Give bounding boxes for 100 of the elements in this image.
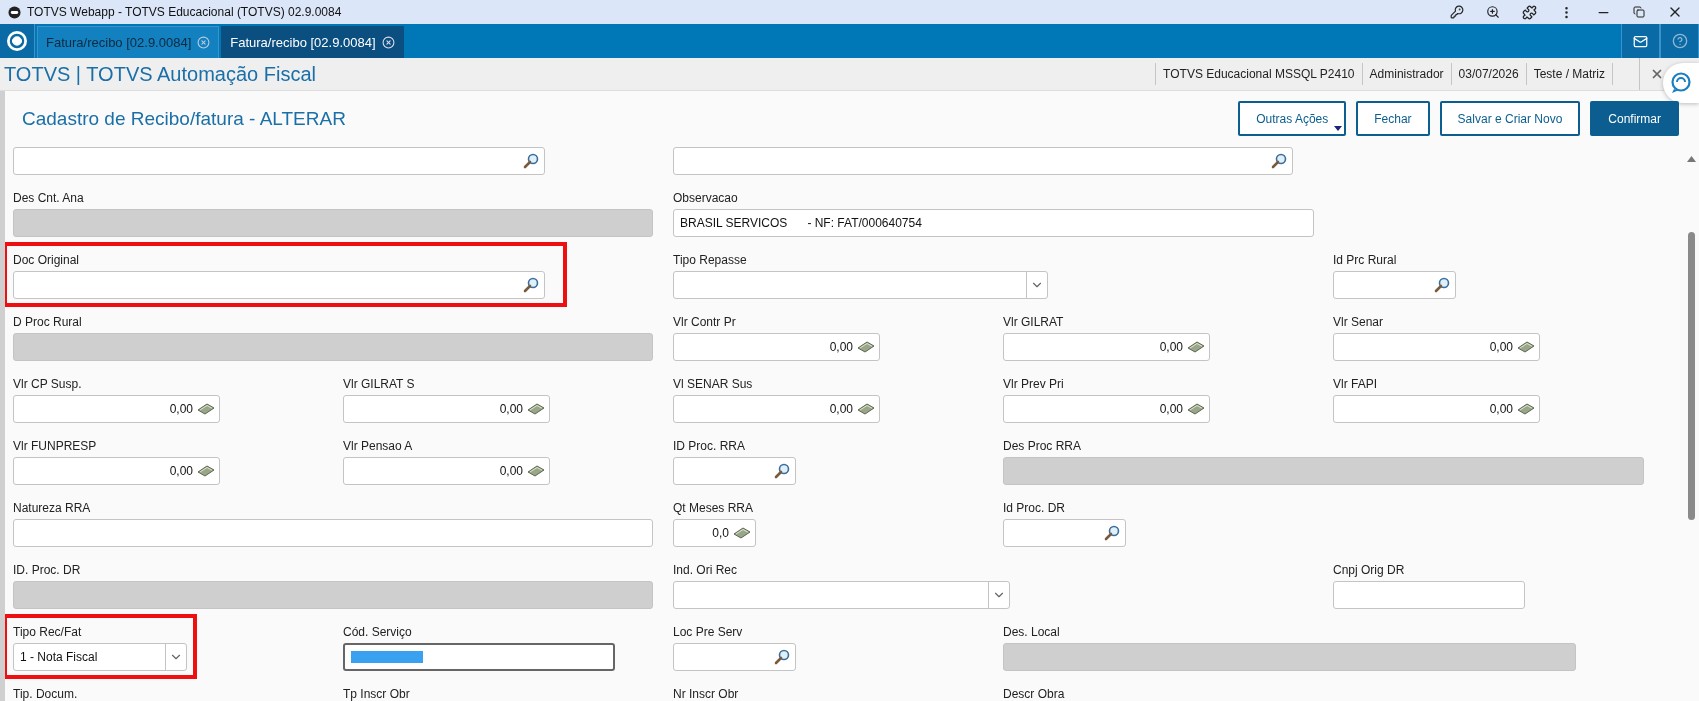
amount-field[interactable]: 0,00 [1333,395,1540,423]
amount-field[interactable]: 0,00 [673,333,880,361]
chat-button[interactable] [1663,63,1699,103]
action-button[interactable]: Fechar [1356,101,1430,136]
amount-field[interactable]: 0,00 [13,457,220,485]
key-icon[interactable] [1450,5,1464,19]
select-field[interactable] [673,581,1010,609]
header-info: Administrador [1361,63,1451,85]
amount-field[interactable]: 0,00 [1003,333,1210,361]
field-label: Vlr Contr Pr [673,315,736,329]
header-info: Teste / Matriz [1525,63,1612,85]
field-label: Cnpj Orig DR [1333,563,1405,577]
field-label: Tipo Repasse [673,253,747,267]
text-selection [351,651,423,663]
field-label: Vlr FAPI [1333,377,1377,391]
search-icon[interactable] [1271,153,1287,169]
header-info: 03/07/2026 [1450,63,1526,85]
input-field[interactable]: BRASIL SERVICOS - NF: FAT/000640754 [673,209,1314,237]
field-value: 0,00 [1488,340,1514,354]
zoom-icon[interactable] [1486,5,1500,19]
field-label: Tipo Rec/Fat [13,625,82,639]
search-icon[interactable] [1104,525,1120,541]
field-label: Ind. Ori Rec [673,563,738,577]
search-icon[interactable] [1434,277,1450,293]
close-icon[interactable] [381,36,395,49]
field-value: 0,00 [168,464,194,478]
lookup-field[interactable] [673,147,1293,175]
amount-field[interactable]: 0,00 [1003,395,1210,423]
field-label: Vlr Prev Pri [1003,377,1064,391]
action-button[interactable]: Salvar e Criar Novo [1439,101,1581,136]
window-title: TOTVS Webapp - TOTVS Educacional (TOTVS) 02.9.0084 [27,5,343,19]
amount-field[interactable]: 0,00 [1333,333,1540,361]
field-value: BRASIL SERVICOS - NF: FAT/000640754 [679,216,923,230]
field-value: 0,00 [168,402,194,416]
field-value: 0,00 [1488,402,1514,416]
field-label: Des Cnt. Ana [13,191,84,205]
field-label: ID Proc. RRA [673,439,745,453]
money-icon[interactable] [197,464,215,478]
field-label: Vlr FUNPRESP [13,439,97,453]
lookup-field[interactable] [673,643,796,671]
input-field[interactable] [1333,581,1525,609]
search-icon[interactable] [774,463,790,479]
money-icon[interactable] [857,340,875,354]
chat-icon [1670,72,1692,94]
field-label: Vlr Pensao A [343,439,413,453]
field-label: Tp Inscr Obr [343,687,410,701]
app-logo-icon[interactable] [6,30,28,52]
amount-field[interactable]: 0,00 [343,395,550,423]
page-title: Cadastro de Recibo/fatura - ALTERAR [22,107,347,130]
input-field[interactable] [343,643,615,671]
field-label: ID. Proc. DR [13,563,81,577]
field-value: 0,0 [711,526,730,540]
field-value: 0,00 [828,402,854,416]
field-value: 0,00 [498,402,524,416]
puzzle-icon[interactable] [1522,4,1537,20]
field-label: Vlr GILRAT [1003,315,1064,329]
money-icon[interactable] [527,402,545,416]
lookup-field[interactable] [673,457,796,485]
money-icon[interactable] [197,402,215,416]
lookup-field[interactable] [1333,271,1456,299]
lookup-field[interactable] [1003,519,1126,547]
field-label: Cód. Serviço [343,625,412,639]
field-value: 0,00 [1158,340,1184,354]
select-field[interactable] [673,271,1048,299]
field-label: Vlr Senar [1333,315,1384,329]
money-icon[interactable] [733,526,751,540]
select-field[interactable]: 1 - Nota Fiscal [13,643,187,671]
field-label: Id Prc Rural [1333,253,1397,267]
amount-field[interactable]: 0,00 [673,395,880,423]
field-label: Tip. Docum. [13,687,78,701]
field-label: Id Proc. DR [1003,501,1065,515]
mail-icon[interactable] [1633,33,1648,49]
field-label: Qt Meses RRA [673,501,753,515]
lookup-field[interactable] [13,147,545,175]
search-icon[interactable] [523,153,539,169]
restore-icon[interactable] [1633,6,1645,18]
input-field[interactable] [13,519,653,547]
caret-icon [1334,126,1343,131]
tab[interactable]: Fatura/recibo [02.9.0084] [221,26,404,58]
search-icon[interactable] [523,277,539,293]
amount-field[interactable]: 0,0 [673,519,756,547]
money-icon[interactable] [1187,402,1205,416]
amount-field[interactable]: 0,00 [343,457,550,485]
actions-menu-button[interactable]: Outras Ações [1238,101,1347,136]
field-label: Vlr CP Susp. [13,377,82,391]
help-icon[interactable] [1671,33,1688,49]
confirm-button[interactable]: Confirmar [1590,101,1679,136]
lookup-field[interactable] [13,271,545,299]
scroll-up-icon[interactable] [1687,156,1696,162]
field-value: 0,00 [828,340,854,354]
money-icon[interactable] [1517,340,1535,354]
amount-field[interactable]: 0,00 [13,395,220,423]
money-icon[interactable] [1187,340,1205,354]
search-icon[interactable] [774,649,790,665]
money-icon[interactable] [1517,402,1535,416]
money-icon[interactable] [857,402,875,416]
field-label: D Proc Rural [13,315,82,329]
money-icon[interactable] [527,464,545,478]
scrollbar-thumb[interactable] [1688,232,1695,520]
field-label: Loc Pre Serv [673,625,743,639]
